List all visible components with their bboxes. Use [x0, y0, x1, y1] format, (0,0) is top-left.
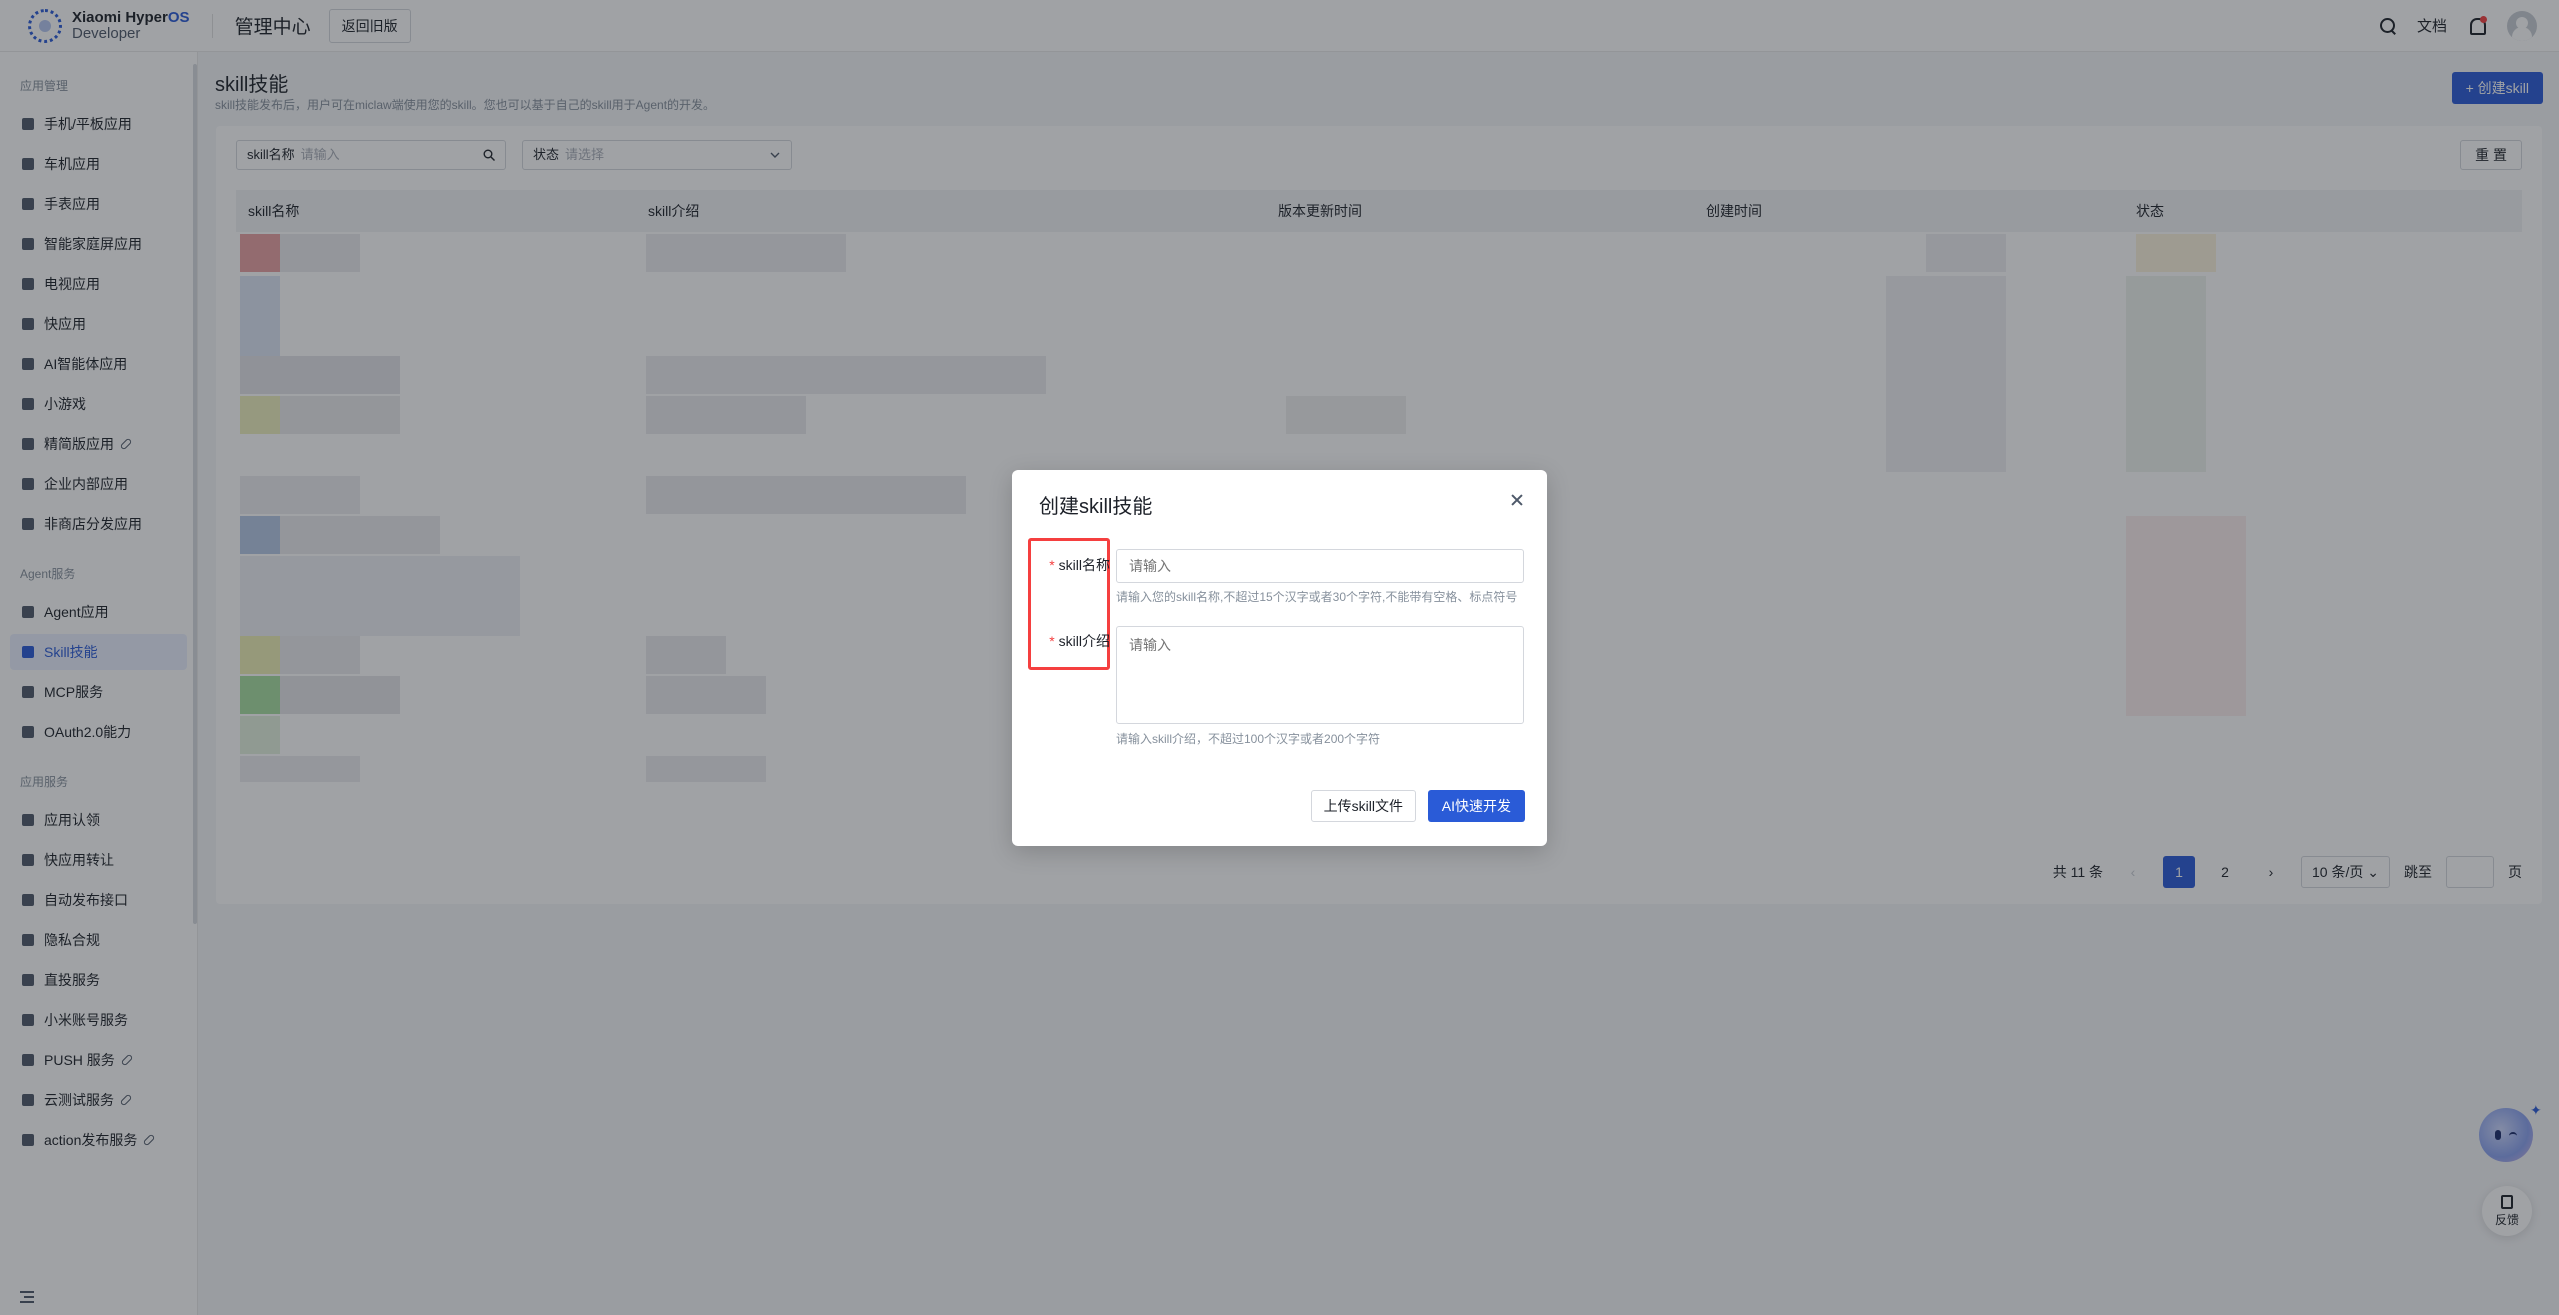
skill-name-label-text: skill名称: [1058, 557, 1110, 573]
skill-intro-label-text: skill介绍: [1058, 633, 1110, 649]
close-icon[interactable]: [1509, 492, 1525, 508]
skill-intro-label: * skill介绍: [1049, 631, 1110, 651]
required-mark: *: [1049, 633, 1055, 649]
modal-header: 创建skill技能: [1012, 470, 1547, 534]
skill-intro-textarea[interactable]: [1116, 626, 1524, 724]
skill-name-label: * skill名称: [1049, 555, 1110, 575]
modal-title: 创建skill技能: [1039, 496, 1153, 518]
create-skill-modal: 创建skill技能 *skill名称 请输入您的skill名称,不超过15个汉字…: [1012, 470, 1547, 846]
required-mark: *: [1049, 557, 1055, 573]
ai-quick-dev-button[interactable]: AI快速开发: [1427, 790, 1525, 822]
upload-skill-file-button[interactable]: 上传skill文件: [1310, 790, 1416, 822]
skill-intro-hint: 请输入skill介绍，不超过100个汉字或者200个字符: [1116, 732, 1381, 746]
skill-name-hint: 请输入您的skill名称,不超过15个汉字或者30个字符,不能带有空格、标点符号: [1116, 590, 1518, 604]
skill-name-input[interactable]: [1116, 549, 1524, 583]
